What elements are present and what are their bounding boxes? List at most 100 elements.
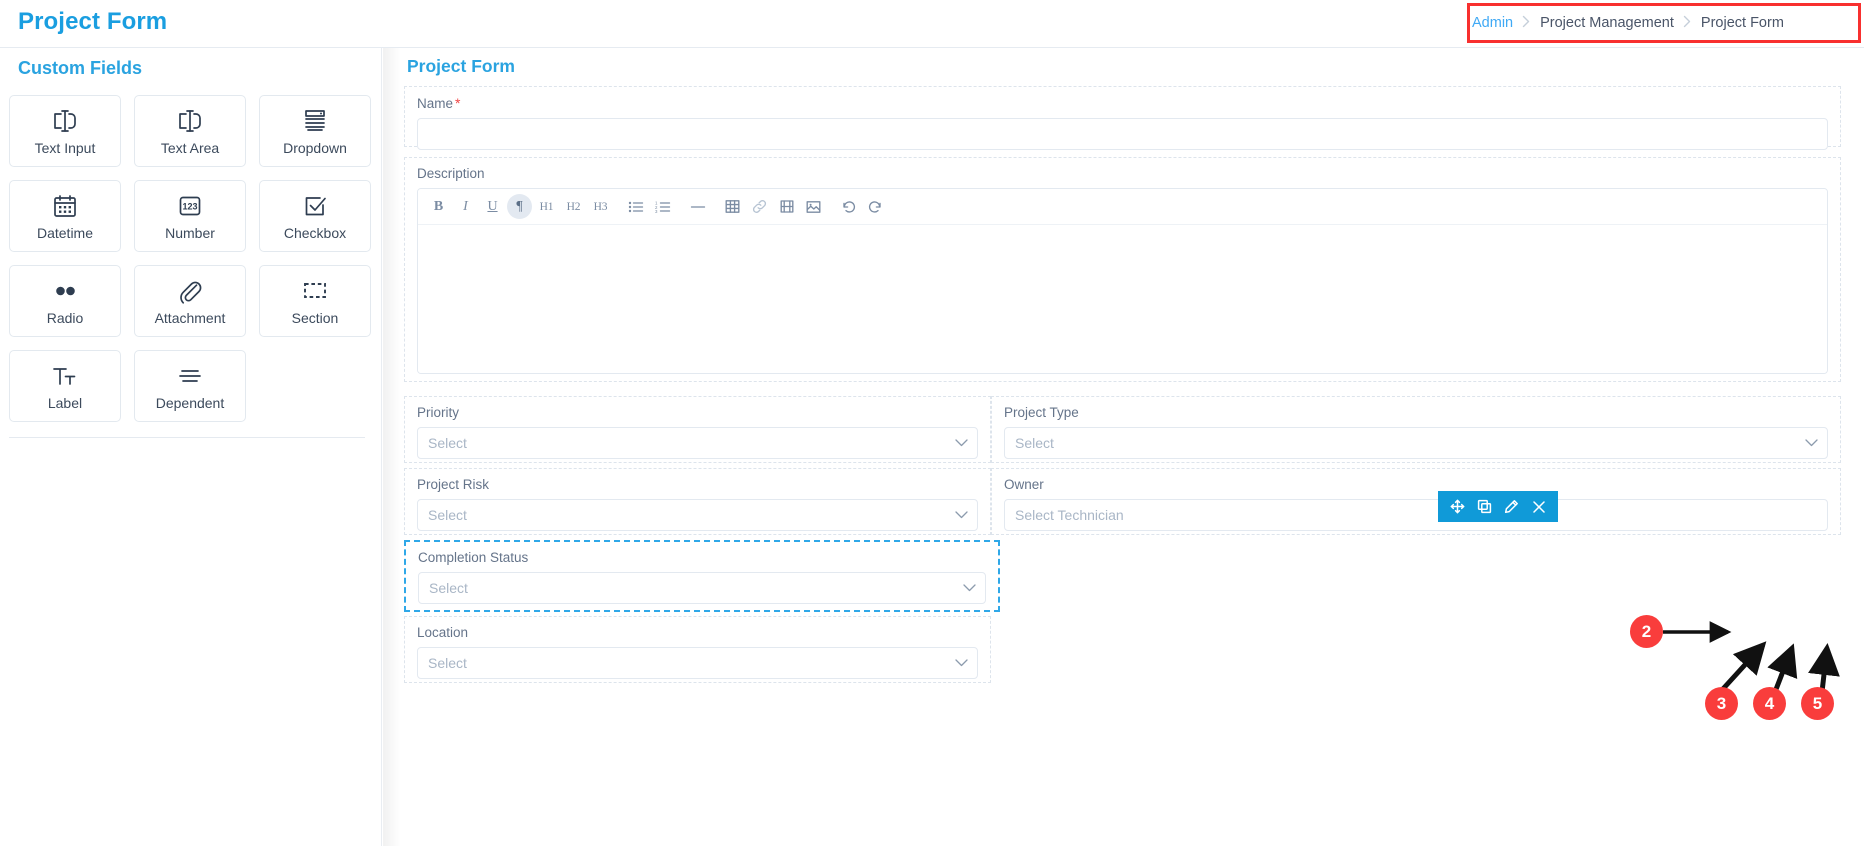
chevron-right-icon [1522, 15, 1531, 30]
move-handle[interactable] [1447, 496, 1469, 518]
form-field-project-type[interactable]: Project Type Select [991, 396, 1841, 463]
close-x-icon [1532, 500, 1546, 514]
completion-status-select-value: Select [429, 580, 468, 597]
table-button[interactable] [720, 194, 745, 219]
field-label-location: Location [417, 625, 469, 640]
field-label-priority: Priority [417, 405, 460, 420]
chevron-down-icon [963, 584, 976, 592]
breadcrumb-item-project-management[interactable]: Project Management [1540, 15, 1674, 31]
checkbox-checked-icon [302, 193, 328, 219]
image-button[interactable] [801, 194, 826, 219]
remove-button[interactable] [1528, 496, 1550, 518]
canvas-edge-shadow [383, 48, 401, 846]
duplicate-button[interactable] [1474, 496, 1496, 518]
required-asterisk: * [455, 95, 461, 111]
bulleted-list-button[interactable] [623, 194, 648, 219]
chevron-down-icon [955, 439, 968, 447]
palette-item-number[interactable]: 123 Number [134, 180, 246, 252]
bold-button[interactable]: B [426, 194, 451, 219]
number-123-icon: 123 [177, 193, 203, 219]
field-label-project-risk: Project Risk [417, 477, 490, 492]
sidebar-divider [9, 437, 365, 438]
palette-item-dependent[interactable]: Dependent [134, 350, 246, 422]
video-button[interactable] [774, 194, 799, 219]
annotation-badge-3: 3 [1705, 687, 1738, 720]
form-field-name[interactable]: Name * [404, 86, 1841, 151]
field-label-owner: Owner [1004, 477, 1044, 492]
palette-item-label: Text Input [34, 139, 96, 156]
svg-text:123: 123 [182, 201, 197, 211]
description-editor-body[interactable] [418, 225, 1827, 374]
text-area-icon [175, 108, 205, 134]
location-select-value: Select [428, 655, 467, 672]
custom-fields-sidebar: Custom Fields 1 Text InputText AreaDropd… [0, 48, 382, 846]
owner-select-value: Select Technician [1015, 507, 1124, 524]
text-input-icon [50, 108, 80, 134]
palette-item-label: Label [47, 394, 83, 411]
rich-text-editor: B I U ¶ H1 H2 H3 1 2 3 [417, 188, 1828, 375]
annotation-badge-5: 5 [1801, 687, 1834, 720]
form-field-priority[interactable]: Priority Select [404, 396, 991, 463]
palette-item-label[interactable]: Label [9, 350, 121, 422]
palette-item-text-input[interactable]: Text Input [9, 95, 121, 167]
heading-3-button[interactable]: H3 [588, 194, 613, 219]
owner-select[interactable]: Select Technician [1004, 499, 1828, 532]
italic-button[interactable]: I [453, 194, 478, 219]
palette-item-label: Radio [46, 309, 84, 326]
page-title: Project Form [18, 8, 168, 35]
project-type-select[interactable]: Select [1004, 427, 1828, 460]
custom-fields-palette: Text Input Text Area Dropdown Datetime 123 Nu… [9, 95, 373, 422]
form-field-location[interactable]: Location Select [404, 616, 991, 683]
project-type-select-value: Select [1015, 435, 1054, 452]
palette-item-checkbox[interactable]: Checkbox [259, 180, 371, 252]
horizontal-rule-button[interactable] [685, 194, 710, 219]
undo-button[interactable] [836, 194, 861, 219]
location-select[interactable]: Select [417, 647, 978, 680]
palette-item-label: Datetime [36, 224, 94, 241]
copy-icon [1477, 499, 1492, 514]
heading-1-button[interactable]: H1 [534, 194, 559, 219]
calendar-icon [52, 193, 78, 219]
annotation-badge-2: 2 [1630, 615, 1663, 648]
project-form-builder-page: Project Form Admin Project Management Pr… [0, 0, 1864, 846]
redo-button[interactable] [863, 194, 888, 219]
palette-item-label: Text Area [160, 139, 220, 156]
chevron-right-icon [1683, 15, 1692, 30]
form-field-completion-status[interactable]: Completion Status Select [404, 540, 1000, 612]
form-title: Project Form [407, 56, 515, 76]
field-label-description: Description [417, 166, 485, 181]
underline-button[interactable]: U [480, 194, 505, 219]
form-field-project-risk[interactable]: Project Risk Select [404, 468, 991, 535]
palette-item-datetime[interactable]: Datetime [9, 180, 121, 252]
palette-item-label: Attachment [154, 309, 226, 326]
breadcrumb-item-project-form: Project Form [1700, 15, 1784, 31]
palette-item-label: Checkbox [283, 224, 347, 241]
palette-item-dropdown[interactable]: Dropdown [259, 95, 371, 167]
priority-select[interactable]: Select [417, 427, 978, 460]
svg-text:3: 3 [655, 209, 658, 214]
palette-item-text-area[interactable]: Text Area [134, 95, 246, 167]
edit-button[interactable] [1501, 496, 1523, 518]
pencil-icon [1504, 499, 1519, 514]
project-risk-select[interactable]: Select [417, 499, 978, 532]
breadcrumb-item-admin[interactable]: Admin [1472, 15, 1513, 31]
form-canvas: Project Form Name * Description B I U ¶ H1 H2 H… [383, 48, 1864, 846]
breadcrumb: Admin Project Management Project Form [1472, 8, 1784, 38]
name-input[interactable] [417, 118, 1828, 151]
form-field-owner[interactable]: Owner Select Technician [991, 468, 1841, 535]
completion-status-select[interactable]: Select [418, 572, 986, 605]
heading-2-button[interactable]: H2 [561, 194, 586, 219]
form-field-description[interactable]: Description B I U ¶ H1 H2 H3 1 2 3 [404, 157, 1841, 382]
radio-dots-icon [50, 278, 80, 304]
numbered-list-button[interactable]: 123 [650, 194, 675, 219]
palette-item-attachment[interactable]: Attachment [134, 265, 246, 337]
palette-item-radio[interactable]: Radio [9, 265, 121, 337]
link-button[interactable] [747, 194, 772, 219]
move-arrows-icon [1450, 499, 1465, 514]
paragraph-button[interactable]: ¶ [507, 194, 532, 220]
palette-item-label: Section [291, 309, 339, 326]
palette-item-section[interactable]: Section [259, 265, 371, 337]
top-bar: Project Form Admin Project Management Pr… [0, 0, 1864, 48]
custom-fields-title: Custom Fields [18, 58, 143, 78]
chevron-down-icon [955, 511, 968, 519]
